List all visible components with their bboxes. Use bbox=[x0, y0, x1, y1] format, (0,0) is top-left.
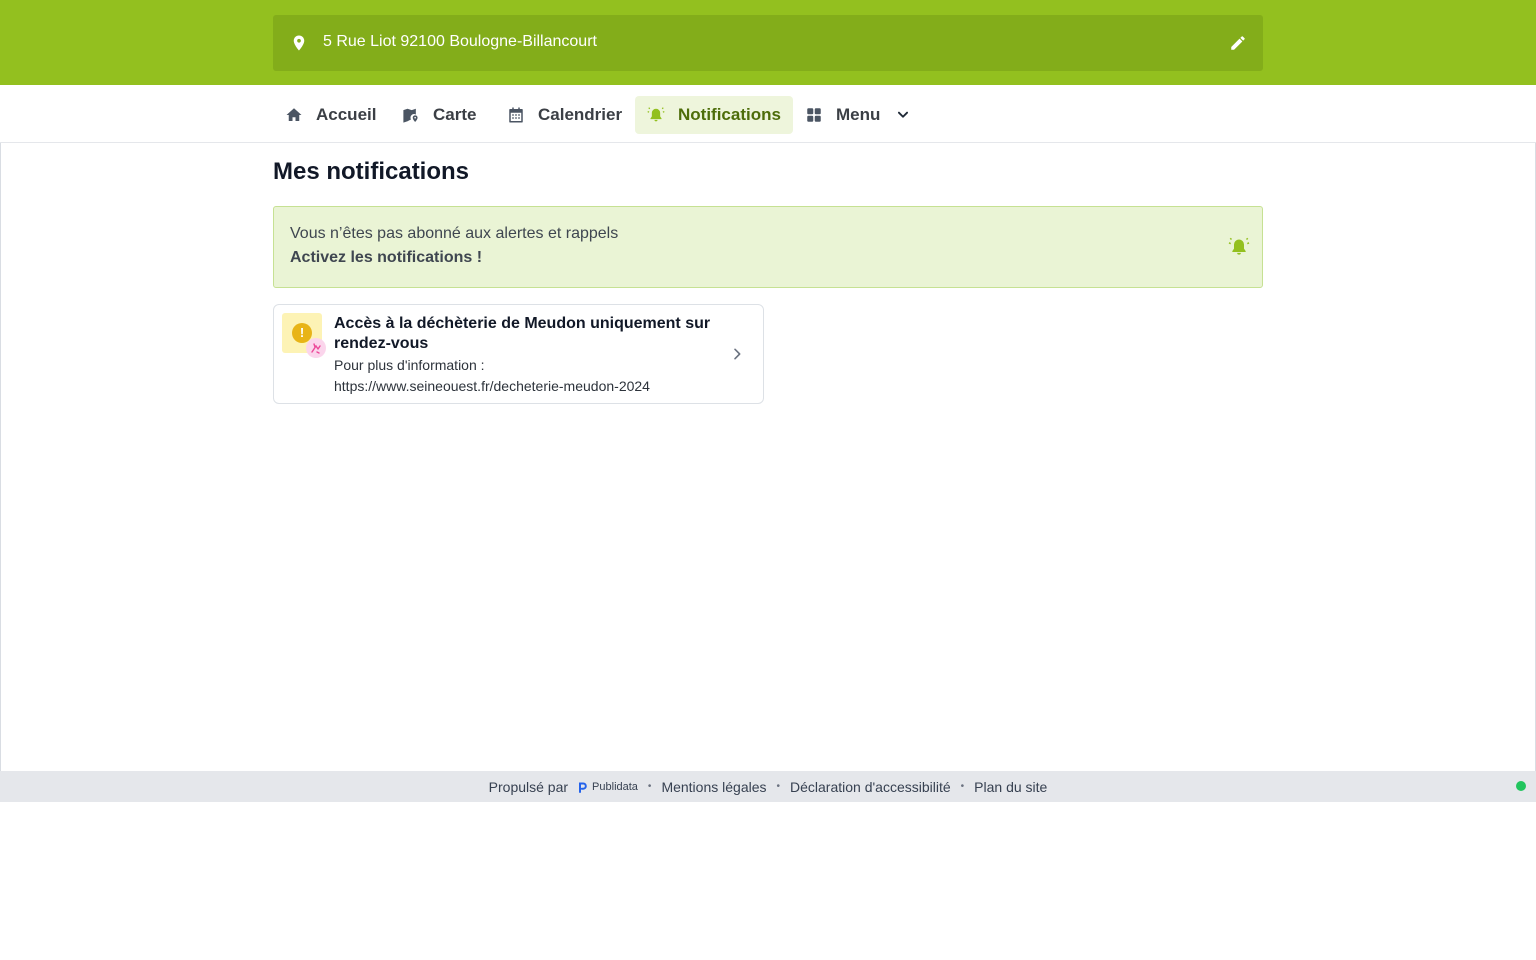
footer-separator: • bbox=[647, 781, 652, 792]
publidata-label: Publidata bbox=[592, 780, 638, 793]
app-root: 5 Rue Liot 92100 Boulogne-Billancourt Ac… bbox=[0, 0, 1536, 960]
nav-item-calendrier[interactable]: Calendrier bbox=[495, 96, 634, 134]
home-icon bbox=[285, 106, 303, 124]
notification-body: Pour plus d'information : https://www.se… bbox=[334, 357, 650, 394]
top-bar: 5 Rue Liot 92100 Boulogne-Billancourt bbox=[0, 0, 1536, 85]
footer-link-plan-du-site[interactable]: Plan du site bbox=[974, 779, 1047, 795]
alert-message: Vous n’êtes pas abonné aux alertes et ra… bbox=[290, 225, 619, 242]
nav-item-notifications[interactable]: Notifications bbox=[635, 96, 793, 134]
calendar-icon bbox=[507, 106, 525, 124]
notification-title: Accès à la déchèterie de Meudon uniqueme… bbox=[334, 315, 711, 352]
publidata-link[interactable]: Publidata bbox=[578, 781, 638, 793]
nav-item-label: Notifications bbox=[678, 105, 781, 124]
address-text: 5 Rue Liot 92100 Boulogne-Billancourt bbox=[323, 33, 597, 50]
grid-icon bbox=[805, 106, 823, 124]
map-icon bbox=[402, 106, 420, 124]
page-title: Mes notifications bbox=[273, 158, 470, 185]
footer-link-accessibilite[interactable]: Déclaration d'accessibilité bbox=[790, 779, 951, 795]
alert-cta[interactable]: Activez les notifications ! bbox=[290, 249, 482, 267]
publidata-logo-icon bbox=[578, 781, 588, 793]
chevron-right-icon bbox=[729, 346, 745, 362]
notification-thumbnail: ! bbox=[282, 313, 326, 358]
powered-by-label: Propulsé par bbox=[488, 778, 569, 795]
nav-item-label: Calendrier bbox=[538, 105, 623, 124]
map-pin-icon bbox=[290, 34, 308, 52]
nav-item-accueil[interactable]: Accueil bbox=[273, 96, 388, 134]
notifications-alert-banner[interactable]: Vous n’êtes pas abonné aux alertes et ra… bbox=[273, 206, 1263, 288]
nav-item-carte[interactable]: Carte bbox=[390, 96, 488, 134]
footer: Propulsé par Publidata • Mentions légale… bbox=[0, 771, 1536, 802]
footer-separator: • bbox=[960, 781, 965, 792]
bell-ringing-icon bbox=[647, 106, 665, 124]
notification-card[interactable]: ! Accès à la déchèterie de Meudon unique… bbox=[273, 304, 764, 404]
status-indicator bbox=[1516, 781, 1526, 791]
pencil-icon[interactable] bbox=[1229, 34, 1247, 52]
footer-separator: • bbox=[776, 781, 781, 792]
main-nav: Accueil Carte Calendrier Notifications M… bbox=[0, 85, 1536, 143]
nav-item-label: Accueil bbox=[316, 105, 377, 124]
address-bar[interactable]: 5 Rue Liot 92100 Boulogne-Billancourt bbox=[273, 15, 1263, 71]
nav-item-label: Carte bbox=[433, 105, 477, 124]
nav-item-label: Menu bbox=[836, 105, 881, 124]
bell-ringing-icon bbox=[1228, 237, 1250, 257]
chevron-down-icon bbox=[896, 108, 910, 122]
category-icon bbox=[306, 338, 326, 358]
footer-link-mentions-legales[interactable]: Mentions légales bbox=[661, 779, 766, 795]
nav-item-menu[interactable]: Menu bbox=[793, 96, 922, 134]
